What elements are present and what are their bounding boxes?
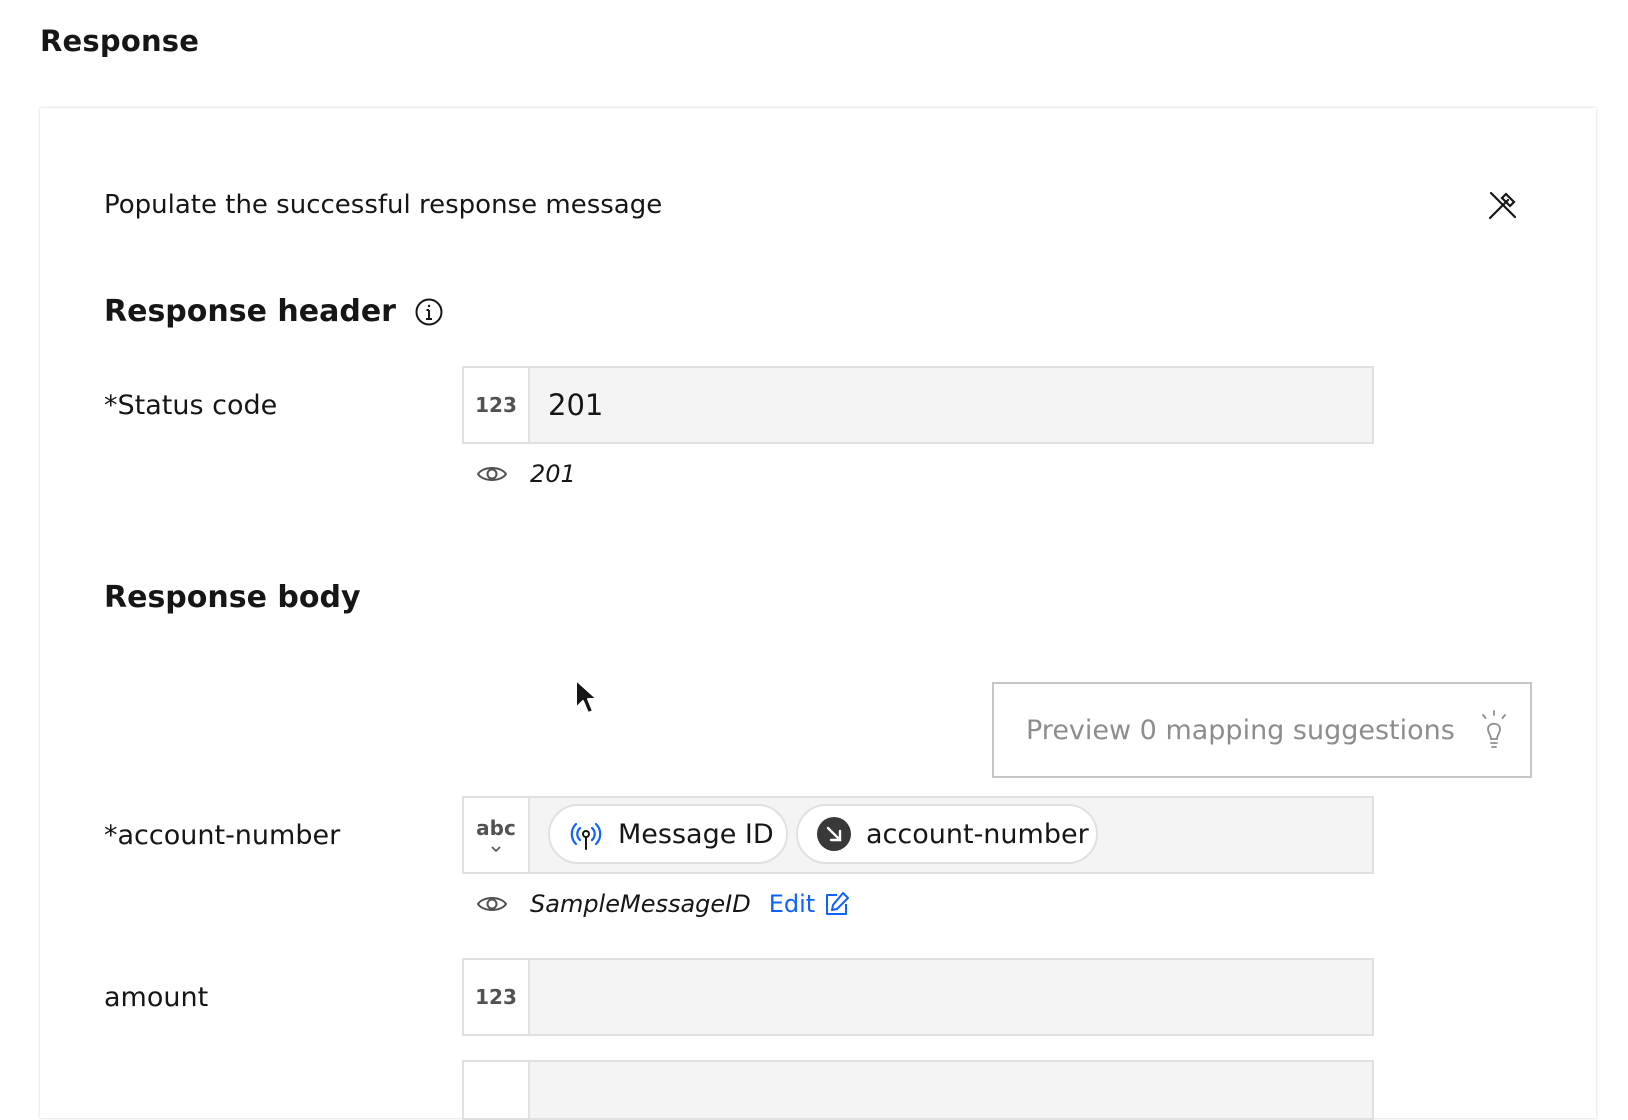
edit-icon[interactable] [823, 890, 851, 918]
type-badge-label: abc [476, 816, 516, 840]
mapping-pill-account-number[interactable]: account-number [796, 804, 1098, 864]
edit-link[interactable]: Edit [769, 890, 815, 918]
type-badge-number: 123 [464, 960, 530, 1034]
preview-suggestions-label: Preview 0 mapping suggestions [1026, 714, 1455, 746]
status-code-preview-value: 201 [530, 460, 576, 488]
response-header-heading: Response header [104, 294, 396, 329]
next-field[interactable] [462, 1060, 1374, 1120]
response-header-section: Response header [104, 294, 444, 329]
message-id-icon [570, 822, 602, 850]
info-icon[interactable] [414, 297, 444, 327]
status-code-label: *Status code [104, 390, 278, 421]
account-number-preview-value: SampleMessageID [530, 890, 751, 918]
account-number-field[interactable]: abc Message ID account-number [462, 796, 1374, 874]
type-badge [464, 1062, 530, 1118]
mapping-pill-label: Message ID [618, 818, 774, 850]
type-badge-label: 123 [475, 985, 517, 1009]
chevron-down-icon [491, 846, 501, 853]
eye-icon [476, 467, 508, 481]
type-badge-number: 123 [464, 368, 530, 442]
response-body-heading: Response body [104, 580, 361, 615]
lightbulb-icon [1481, 710, 1506, 748]
response-card: Populate the successful response message… [40, 108, 1596, 1120]
account-number-label: *account-number [104, 820, 341, 851]
magic-wand-icon[interactable] [1486, 188, 1520, 222]
type-badge-string[interactable]: abc [464, 798, 530, 872]
page-title: Response [40, 24, 200, 58]
account-number-preview: SampleMessageID Edit [476, 884, 851, 924]
type-badge-label: 123 [475, 393, 517, 417]
amount-field[interactable]: 123 [462, 958, 1374, 1036]
input-arrow-icon [817, 817, 851, 851]
status-code-preview: 201 [476, 454, 576, 494]
status-code-value: 201 [548, 388, 604, 422]
status-code-field[interactable]: 123 201 [462, 366, 1374, 444]
mouse-cursor-icon [575, 679, 598, 714]
card-subtitle: Populate the successful response message [104, 190, 663, 220]
mapping-pill-label: account-number [866, 818, 1089, 850]
eye-icon [476, 897, 508, 911]
preview-suggestions-button[interactable]: Preview 0 mapping suggestions [992, 682, 1532, 778]
amount-label: amount [104, 982, 209, 1013]
mapping-pill-message-id[interactable]: Message ID [548, 804, 788, 864]
